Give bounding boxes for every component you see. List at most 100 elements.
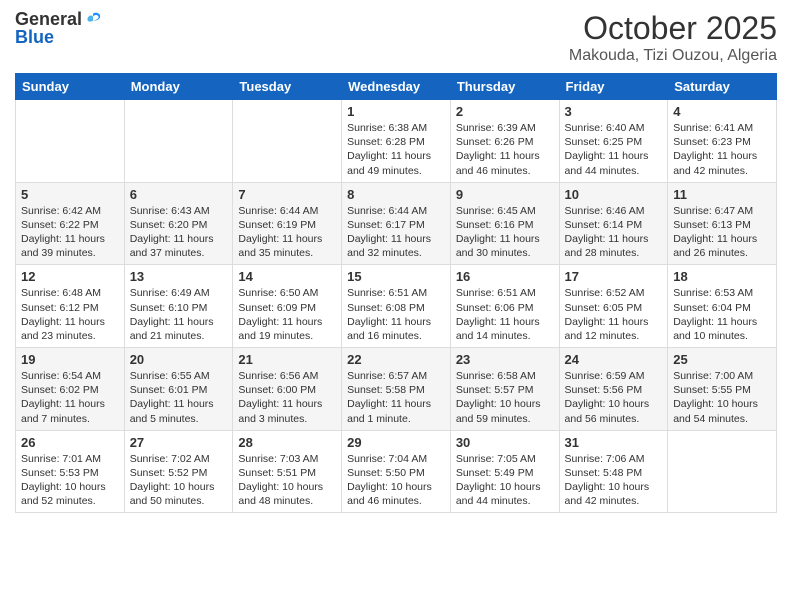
- day-info: Sunrise: 6:50 AMSunset: 6:09 PMDaylight:…: [238, 286, 336, 343]
- calendar-cell: 27Sunrise: 7:02 AMSunset: 5:52 PMDayligh…: [124, 430, 233, 513]
- logo-blue: Blue: [15, 27, 102, 48]
- calendar-cell: 7 Sunrise: 6:44 AMSunset: 6:19 PMDaylight…: [233, 182, 342, 265]
- calendar-cell: 24Sunrise: 6:59 AMSunset: 5:56 PMDayligh…: [559, 348, 668, 431]
- day-info: Sunrise: 6:39 AMSunset: 6:26 PMDaylight:…: [456, 121, 554, 178]
- weekday-header-row: SundayMondayTuesdayWednesdayThursdayFrid…: [16, 74, 777, 100]
- location-title: Makouda, Tizi Ouzou, Algeria: [569, 47, 777, 65]
- sunset-text: Sunset: 6:01 PM: [130, 384, 208, 396]
- sunrise-text: Sunrise: 7:01 AM: [21, 453, 101, 465]
- weekday-header-monday: Monday: [124, 74, 233, 100]
- weekday-header-sunday: Sunday: [16, 74, 125, 100]
- day-info: Sunrise: 6:43 AMSunset: 6:20 PMDaylight:…: [130, 204, 228, 261]
- sunrise-text: Sunrise: 6:50 AM: [238, 287, 318, 299]
- sunrise-text: Sunrise: 6:51 AM: [347, 287, 427, 299]
- sunset-text: Sunset: 6:17 PM: [347, 219, 425, 231]
- daylight-text: Daylight: 11 hours and 21 minutes.: [130, 316, 214, 342]
- day-info: Sunrise: 6:52 AMSunset: 6:05 PMDaylight:…: [565, 286, 663, 343]
- day-info: Sunrise: 6:54 AMSunset: 6:02 PMDaylight:…: [21, 369, 119, 426]
- calendar-cell: 31Sunrise: 7:06 AMSunset: 5:48 PMDayligh…: [559, 430, 668, 513]
- day-info: Sunrise: 7:02 AMSunset: 5:52 PMDaylight:…: [130, 452, 228, 509]
- day-number: 9: [456, 187, 554, 202]
- day-number: 12: [21, 269, 119, 284]
- sunset-text: Sunset: 6:16 PM: [456, 219, 534, 231]
- day-number: 31: [565, 435, 663, 450]
- calendar-cell: 29Sunrise: 7:04 AMSunset: 5:50 PMDayligh…: [342, 430, 451, 513]
- day-number: 10: [565, 187, 663, 202]
- day-info: Sunrise: 6:51 AMSunset: 6:06 PMDaylight:…: [456, 286, 554, 343]
- calendar-cell: 30Sunrise: 7:05 AMSunset: 5:49 PMDayligh…: [450, 430, 559, 513]
- day-number: 18: [673, 269, 771, 284]
- daylight-text: Daylight: 10 hours and 42 minutes.: [565, 481, 650, 507]
- sunrise-text: Sunrise: 7:00 AM: [673, 370, 753, 382]
- logo: General Blue: [15, 10, 102, 48]
- day-info: Sunrise: 6:58 AMSunset: 5:57 PMDaylight:…: [456, 369, 554, 426]
- sunset-text: Sunset: 6:20 PM: [130, 219, 208, 231]
- day-info: Sunrise: 6:57 AM Sunset: 5:58 PM Daylight:…: [347, 369, 445, 426]
- calendar-week-row: 12Sunrise: 6:48 AMSunset: 6:12 PMDayligh…: [16, 265, 777, 348]
- daylight-text: Daylight: 11 hours and 39 minutes.: [21, 233, 105, 259]
- day-number: 30: [456, 435, 554, 450]
- sunset-text: Sunset: 6:28 PM: [347, 136, 425, 148]
- daylight-text: Daylight: 10 hours and 59 minutes.: [456, 398, 541, 424]
- day-number: 4: [673, 104, 771, 119]
- day-info: Sunrise: 6:44 AMSunset: 6:19 PMDaylight:…: [238, 204, 336, 261]
- calendar-cell: 18 Sunrise: 6:53 AMSunset: 6:04 PMDayligh…: [668, 265, 777, 348]
- day-number: 7: [238, 187, 336, 202]
- calendar-table: SundayMondayTuesdayWednesdayThursdayFrid…: [15, 73, 777, 513]
- day-info: Sunrise: 7:03 AMSunset: 5:51 PMDaylight:…: [238, 452, 336, 509]
- day-info: Sunrise: 6:55 AMSunset: 6:01 PMDaylight:…: [130, 369, 228, 426]
- calendar-week-row: 1Sunrise: 6:38 AMSunset: 6:28 PMDaylight…: [16, 100, 777, 183]
- sunset-text: Sunset: 6:25 PM: [565, 136, 643, 148]
- calendar-cell: 22 Sunrise: 6:57 AM Sunset: 5:58 PM Dayligh…: [342, 348, 451, 431]
- sunset-text: Sunset: 5:58 PM: [347, 384, 425, 396]
- sunset-text: Sunset: 6:09 PM: [238, 302, 316, 314]
- month-title: October 2025: [569, 10, 777, 47]
- daylight-text: Daylight: 11 hours and 28 minutes.: [565, 233, 649, 259]
- sunrise-text: Sunrise: 6:56 AM: [238, 370, 318, 382]
- day-number: 3: [565, 104, 663, 119]
- weekday-header-friday: Friday: [559, 74, 668, 100]
- calendar-cell: 5 Sunrise: 6:42 AMSunset: 6:22 PMDaylight…: [16, 182, 125, 265]
- day-info: Sunrise: 6:49 AMSunset: 6:10 PMDaylight:…: [130, 286, 228, 343]
- daylight-text: Daylight: 10 hours and 46 minutes.: [347, 481, 432, 507]
- sunset-text: Sunset: 6:26 PM: [456, 136, 534, 148]
- daylight-text: Daylight: 10 hours and 56 minutes.: [565, 398, 650, 424]
- calendar-cell: [16, 100, 125, 183]
- day-info: Sunrise: 6:40 AMSunset: 6:25 PMDaylight:…: [565, 121, 663, 178]
- daylight-text: Daylight: 10 hours and 54 minutes.: [673, 398, 758, 424]
- calendar-cell: 15Sunrise: 6:51 AMSunset: 6:08 PMDayligh…: [342, 265, 451, 348]
- day-number: 5: [21, 187, 119, 202]
- calendar-cell: 11Sunrise: 6:47 AMSunset: 6:13 PMDayligh…: [668, 182, 777, 265]
- sunrise-text: Sunrise: 6:57 AM: [347, 370, 427, 382]
- sunset-text: Sunset: 6:04 PM: [673, 302, 751, 314]
- day-info: Sunrise: 6:42 AMSunset: 6:22 PMDaylight:…: [21, 204, 119, 261]
- calendar-cell: 2 Sunrise: 6:39 AMSunset: 6:26 PMDaylight…: [450, 100, 559, 183]
- sunrise-text: Sunrise: 6:47 AM: [673, 205, 753, 217]
- calendar-cell: 19Sunrise: 6:54 AMSunset: 6:02 PMDayligh…: [16, 348, 125, 431]
- daylight-text: Daylight: 11 hours and 1 minute.: [347, 398, 431, 424]
- header: General Blue October 2025 Makouda, Tizi …: [15, 10, 777, 65]
- day-info: Sunrise: 6:41 AMSunset: 6:23 PMDaylight:…: [673, 121, 771, 178]
- sunrise-text: Sunrise: 6:58 AM: [456, 370, 536, 382]
- sunrise-text: Sunrise: 6:55 AM: [130, 370, 210, 382]
- day-info: Sunrise: 6:53 AMSunset: 6:04 PMDaylight:…: [673, 286, 771, 343]
- sunrise-text: Sunrise: 6:51 AM: [456, 287, 536, 299]
- day-number: 15: [347, 269, 445, 284]
- calendar-cell: 16Sunrise: 6:51 AMSunset: 6:06 PMDayligh…: [450, 265, 559, 348]
- sunset-text: Sunset: 5:52 PM: [130, 467, 208, 479]
- day-number: 2: [456, 104, 554, 119]
- sunset-text: Sunset: 5:49 PM: [456, 467, 534, 479]
- day-info: Sunrise: 6:56 AMSunset: 6:00 PMDaylight:…: [238, 369, 336, 426]
- calendar-cell: 1Sunrise: 6:38 AMSunset: 6:28 PMDaylight…: [342, 100, 451, 183]
- sunset-text: Sunset: 6:13 PM: [673, 219, 751, 231]
- daylight-text: Daylight: 11 hours and 35 minutes.: [238, 233, 322, 259]
- day-number: 25: [673, 352, 771, 367]
- day-number: 20: [130, 352, 228, 367]
- calendar-week-row: 5 Sunrise: 6:42 AMSunset: 6:22 PMDaylight…: [16, 182, 777, 265]
- day-number: 22: [347, 352, 445, 367]
- day-info: Sunrise: 7:04 AMSunset: 5:50 PMDaylight:…: [347, 452, 445, 509]
- daylight-text: Daylight: 10 hours and 50 minutes.: [130, 481, 215, 507]
- daylight-text: Daylight: 11 hours and 30 minutes.: [456, 233, 540, 259]
- calendar-cell: 25Sunrise: 7:00 AMSunset: 5:55 PMDayligh…: [668, 348, 777, 431]
- calendar-cell: 12Sunrise: 6:48 AMSunset: 6:12 PMDayligh…: [16, 265, 125, 348]
